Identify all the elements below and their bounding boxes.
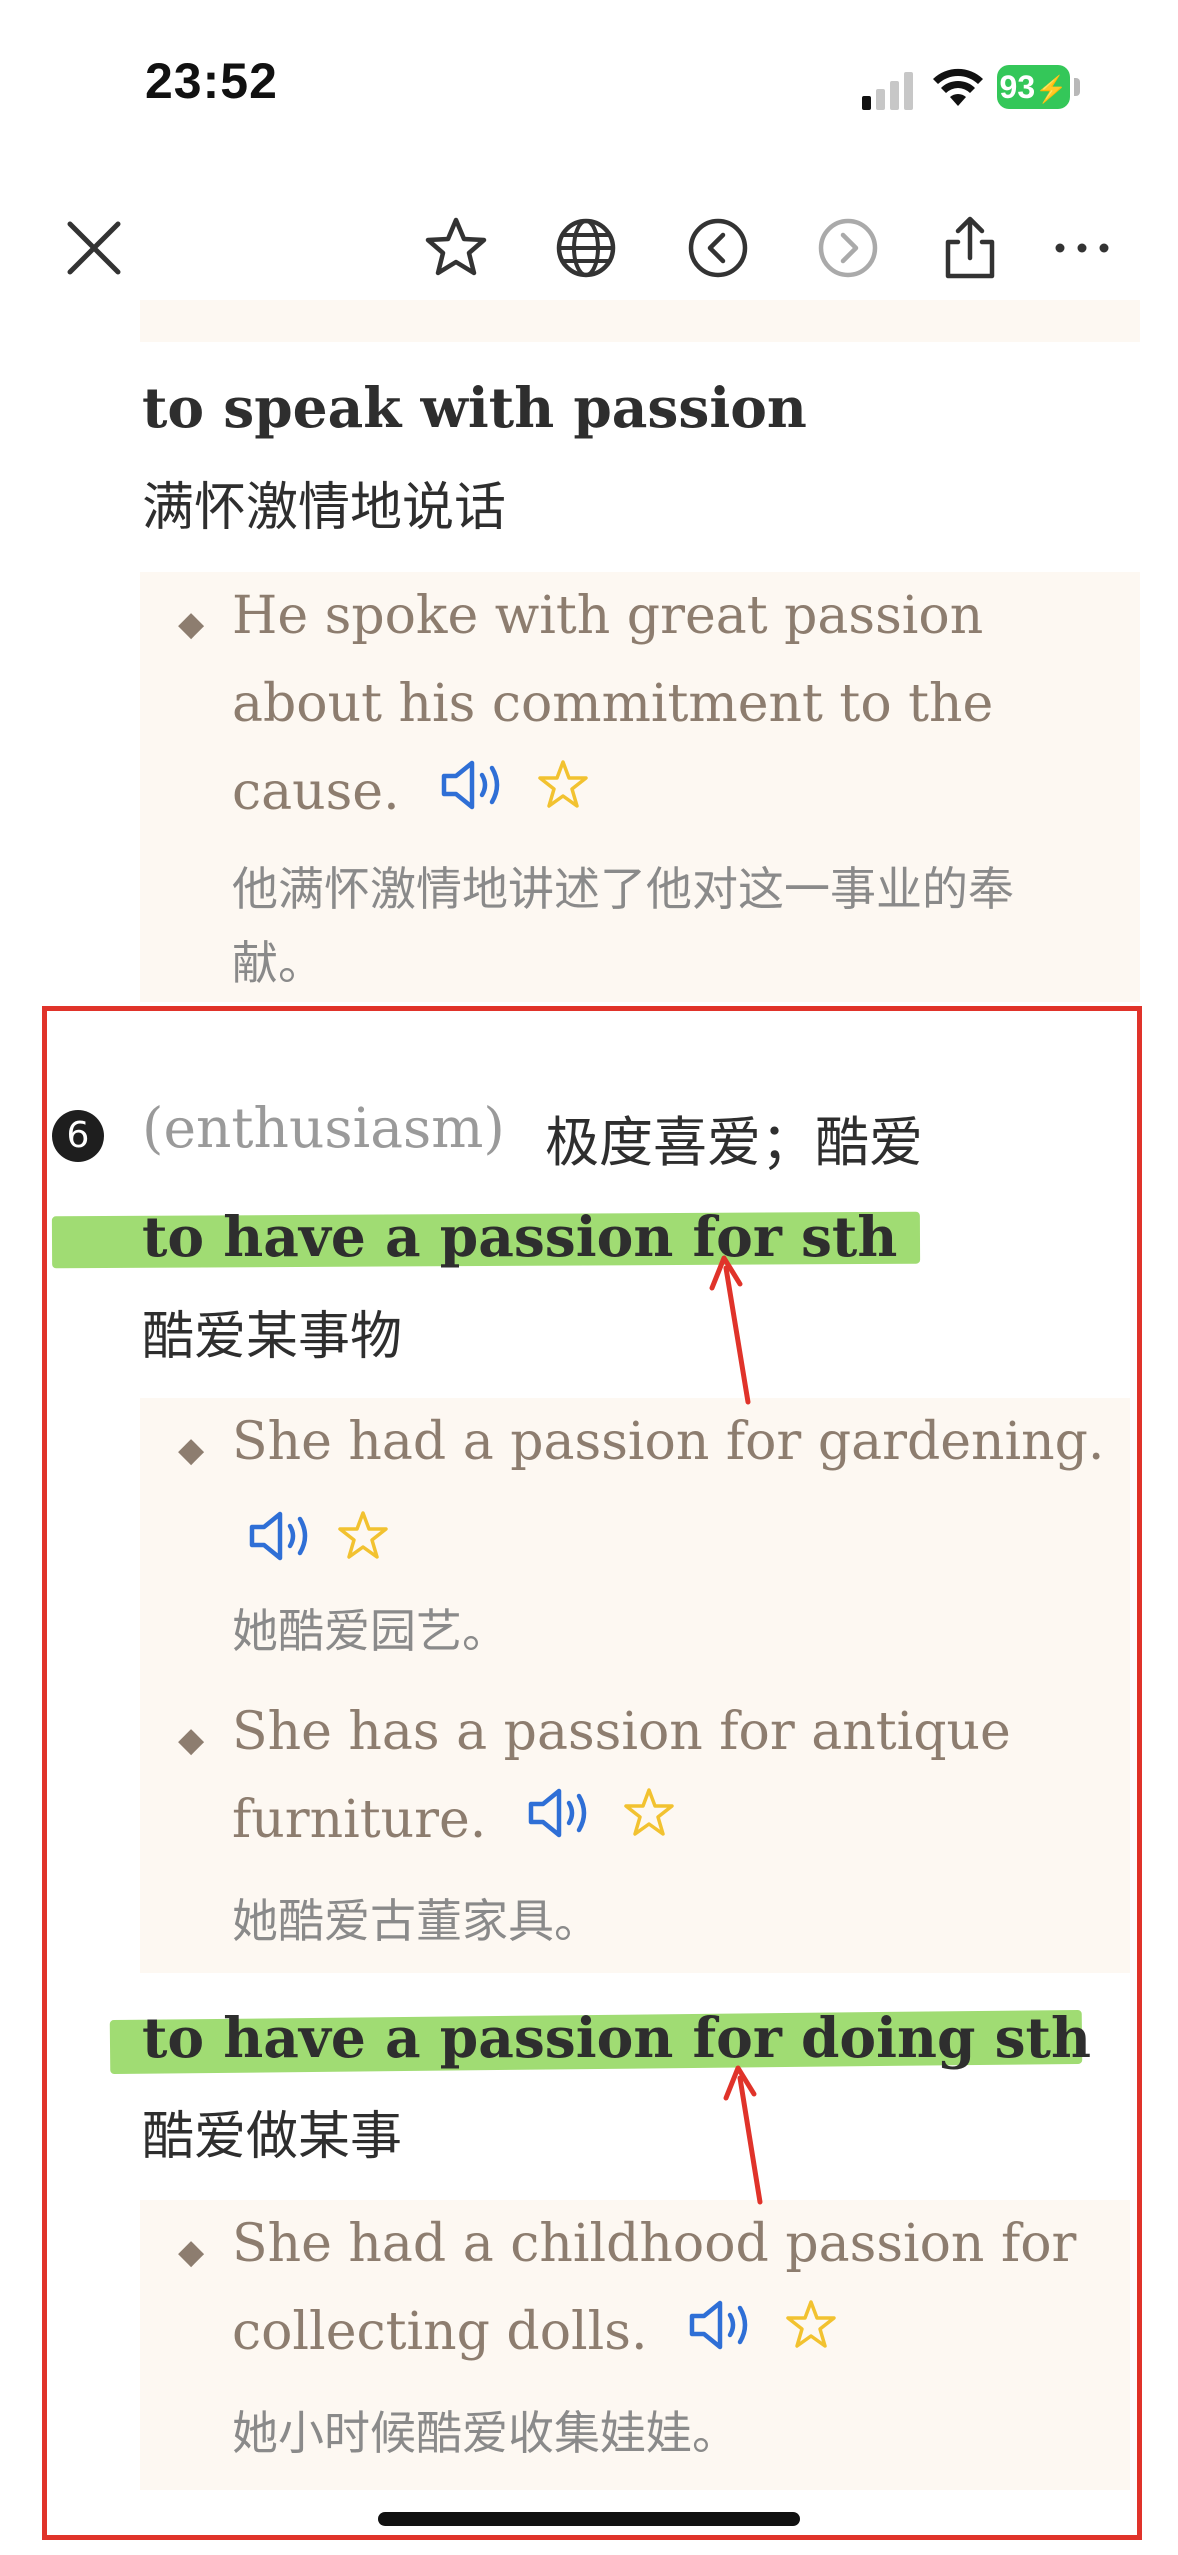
battery-indicator: 93⚡ bbox=[997, 65, 1070, 109]
bullet-icon: ◆ bbox=[178, 1720, 205, 1760]
home-indicator[interactable] bbox=[378, 2512, 800, 2526]
favorite-star-icon[interactable] bbox=[535, 752, 591, 840]
example-translation: 她酷爱园艺。 bbox=[232, 1604, 508, 1658]
phrase-title: to have a passion for sth bbox=[142, 1204, 898, 1269]
back-circle-icon bbox=[688, 218, 748, 278]
phrase-translation: 酷爱某事物 bbox=[142, 1307, 403, 1367]
speaker-icon[interactable] bbox=[527, 1780, 595, 1868]
example-box: ◆ He spoke with great passion about his … bbox=[140, 572, 1140, 1002]
sense-definition: 极度喜爱；酷爱 bbox=[545, 1111, 923, 1174]
annotation-arrow bbox=[709, 1255, 751, 1405]
close-icon bbox=[67, 221, 121, 275]
bullet-icon: ◆ bbox=[178, 1430, 205, 1470]
more-icon bbox=[1055, 243, 1109, 253]
annotation-arrow bbox=[723, 2065, 763, 2205]
translate-button[interactable] bbox=[548, 210, 624, 286]
star-icon bbox=[425, 217, 487, 276]
status-time: 23:52 bbox=[145, 53, 278, 109]
example-sentence: He spoke with great passion about his co… bbox=[232, 572, 1132, 840]
close-button[interactable] bbox=[56, 210, 132, 286]
favorite-star-icon[interactable] bbox=[783, 2292, 839, 2380]
favorite-button[interactable] bbox=[418, 210, 494, 286]
favorite-star-icon[interactable] bbox=[335, 1508, 391, 1568]
forward-button[interactable] bbox=[810, 210, 886, 286]
share-button[interactable] bbox=[932, 210, 1008, 286]
example-sentence: She had a childhood passion for collecti… bbox=[232, 2200, 1132, 2380]
previous-example-box bbox=[140, 300, 1140, 342]
example-translation: 她小时候酷爱收集娃娃。 bbox=[232, 2406, 738, 2460]
example-actions bbox=[248, 1508, 391, 1568]
sense-number: 6 bbox=[52, 1110, 104, 1162]
bullet-icon: ◆ bbox=[178, 2232, 205, 2272]
more-button[interactable] bbox=[1044, 210, 1120, 286]
phrase-title: to speak with passion bbox=[142, 375, 807, 440]
example-sentence: She has a passion for antique furniture. bbox=[232, 1688, 1132, 1868]
bullet-icon: ◆ bbox=[178, 604, 205, 644]
share-icon bbox=[945, 216, 995, 279]
speaker-icon[interactable] bbox=[688, 2292, 756, 2380]
example-translation: 她酷爱古董家具。 bbox=[232, 1894, 600, 1948]
sense-label: (enthusiasm) bbox=[142, 1096, 505, 1160]
phrase-translation: 酷爱做某事 bbox=[142, 2107, 403, 2167]
phrase-translation: 满怀激情地说话 bbox=[142, 478, 507, 538]
speaker-icon[interactable] bbox=[440, 752, 508, 840]
battery-cap bbox=[1074, 78, 1080, 96]
wifi-icon bbox=[933, 68, 983, 106]
speaker-icon[interactable] bbox=[248, 1508, 316, 1568]
favorite-star-icon[interactable] bbox=[621, 1780, 677, 1868]
cellular-signal-icon bbox=[862, 72, 913, 110]
example-box: ◆ She had a passion for gardening. 她酷爱园艺… bbox=[140, 1398, 1130, 1973]
globe-icon bbox=[556, 218, 616, 278]
example-translation: 他满怀激情地讲述了他对这一事业的奉 献。 bbox=[232, 862, 1014, 990]
forward-circle-icon bbox=[818, 218, 878, 278]
phrase-title: to have a passion for doing sth bbox=[142, 2005, 1091, 2070]
example-sentence: She had a passion for gardening. bbox=[232, 1412, 1105, 1472]
example-box: ◆ She had a childhood passion for collec… bbox=[140, 2200, 1130, 2490]
back-button[interactable] bbox=[680, 210, 756, 286]
